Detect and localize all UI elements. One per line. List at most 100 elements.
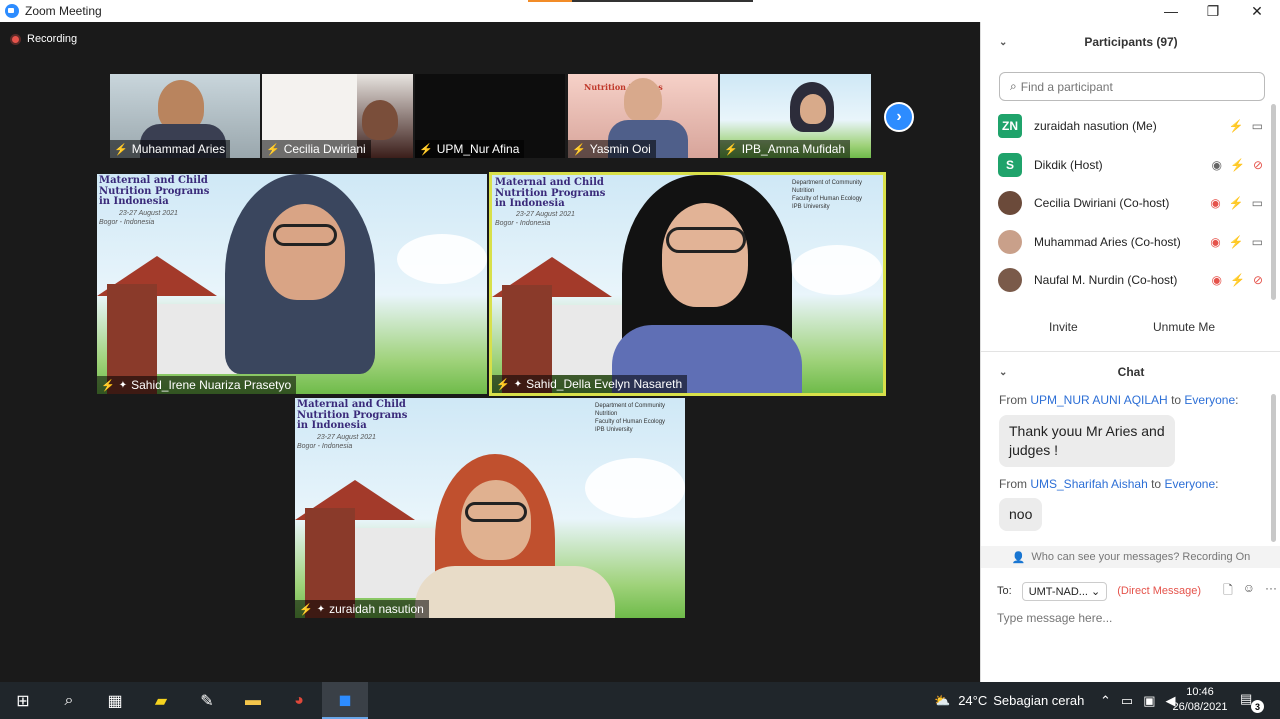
title-bar: Zoom Meeting — ❐ ✕ bbox=[0, 0, 1280, 22]
participant-name: Dikdik (Host) bbox=[1034, 157, 1103, 172]
participants-scrollbar[interactable] bbox=[1271, 104, 1276, 300]
chevron-up-icon[interactable]: ⌃ bbox=[1100, 693, 1111, 709]
glasses bbox=[273, 224, 337, 246]
participant-status-icons: ◉ ⚡ ▭ bbox=[1210, 196, 1263, 210]
avatar bbox=[998, 268, 1022, 293]
video-thumbnail[interactable]: ⚡ UPM_Nur Afina bbox=[415, 74, 565, 158]
avatar bbox=[998, 191, 1022, 216]
active-speaker-tile[interactable]: Maternal and Child Nutrition Programs in… bbox=[489, 172, 886, 396]
close-button[interactable]: ✕ bbox=[1236, 0, 1278, 22]
participant-row[interactable]: ZN zuraidah nasution (Me) ⚡ ▭ bbox=[981, 107, 1271, 146]
univ-line: IPB University bbox=[792, 204, 830, 210]
partly-cloudy-icon: ⛅ bbox=[934, 692, 951, 708]
mic-muted-icon: ⚡ bbox=[724, 143, 738, 156]
avatar: ZN bbox=[998, 114, 1022, 139]
main-video-tile[interactable]: Maternal and Child Nutrition Programs in… bbox=[295, 398, 685, 618]
battery-icon[interactable]: ▭ bbox=[1121, 693, 1133, 709]
next-page-button[interactable]: › bbox=[884, 102, 914, 132]
emoji-icon[interactable]: ☺ bbox=[1243, 581, 1255, 602]
minimize-button[interactable]: — bbox=[1150, 0, 1192, 22]
side-panel: ⌄ Participants (97) ⌕ ZN zuraidah nasuti… bbox=[980, 22, 1280, 682]
mic-muted-icon: ⚡ bbox=[1228, 234, 1244, 249]
event-banner-title: Maternal and Child Nutrition Programs in… bbox=[495, 177, 606, 209]
zoom-taskbar-icon[interactable]: ◼ bbox=[322, 682, 368, 719]
video-on-icon: ▭ bbox=[1251, 234, 1263, 249]
chat-visibility-notice[interactable]: 👤 Who can see your messages? Recording O… bbox=[981, 546, 1280, 568]
weather-temp: 24°C bbox=[958, 693, 988, 708]
participant-search-input[interactable] bbox=[1020, 79, 1251, 94]
weather-widget[interactable]: ⛅ 24°C Sebagian cerah bbox=[934, 682, 1084, 719]
participants-title: Participants (97) bbox=[1084, 35, 1178, 49]
recording-indicator[interactable]: Recording bbox=[10, 33, 77, 45]
event-banner-title: Maternal and Child Nutrition Programs in… bbox=[297, 399, 408, 431]
file-icon[interactable]: 🗋 bbox=[1223, 581, 1233, 602]
chat-sender[interactable]: UPM_NUR AUNI AQILAH bbox=[1030, 393, 1167, 407]
video-off-icon: ⊘ bbox=[1252, 157, 1263, 172]
collapse-chat-icon[interactable]: ⌄ bbox=[999, 367, 1007, 378]
glasses bbox=[465, 502, 527, 522]
chat-scrollbar[interactable] bbox=[1271, 394, 1276, 542]
participant-row[interactable]: Muhammad Aries (Co-host) ◉ ⚡ ▭ bbox=[981, 223, 1271, 262]
video-thumbnail[interactable]: Nutrition Months ⚡ Yasmin Ooi bbox=[568, 74, 718, 158]
direct-message-label: (Direct Message) bbox=[1117, 585, 1201, 597]
participant-name-label: ⚡ Yasmin Ooi bbox=[568, 140, 656, 158]
cloud bbox=[585, 458, 685, 518]
chevron-down-icon: ⌄ bbox=[1091, 585, 1101, 598]
meeting-video-area: Recording ⚡ Muhammad Aries ⚡ Cecilia Dwi… bbox=[0, 22, 980, 682]
participant-name-label: ⚡ ✦ Sahid_Della Evelyn Nasareth bbox=[492, 375, 688, 393]
univ-line: IPB University bbox=[595, 427, 633, 433]
participant-status-icons: ◉ ⚡ ▭ bbox=[1210, 235, 1263, 249]
video-off-icon: ⊘ bbox=[1252, 273, 1263, 288]
invite-button[interactable]: Invite bbox=[1049, 316, 1078, 338]
taskbar-clock[interactable]: 10:46 26/08/2021 bbox=[1170, 685, 1230, 715]
more-icon[interactable]: ··· bbox=[1265, 581, 1277, 602]
file-explorer-icon[interactable]: ▬ bbox=[230, 682, 276, 719]
participant-search[interactable]: ⌕ bbox=[999, 72, 1265, 101]
dept-line: Department of Community Nutrition bbox=[595, 403, 666, 417]
mic-muted-icon: ⚡ bbox=[101, 379, 115, 392]
calculator-icon[interactable]: ▦ bbox=[92, 682, 138, 719]
windows-start-icon[interactable]: ⊞ bbox=[0, 682, 46, 719]
participant-row[interactable]: Cecilia Dwiriani (Co-host) ◉ ⚡ ▭ bbox=[981, 184, 1271, 223]
zoom-app-icon bbox=[5, 4, 19, 18]
chat-recipient[interactable]: Everyone bbox=[1164, 477, 1215, 491]
recording-label: Recording bbox=[27, 33, 78, 45]
recording-icon: ◉ bbox=[1210, 234, 1221, 249]
mic-muted-icon: ⚡ bbox=[114, 143, 128, 156]
recipient-select[interactable]: UMT-NAD... ⌄ bbox=[1021, 581, 1108, 601]
unmute-me-button[interactable]: Unmute Me bbox=[1153, 316, 1215, 338]
video-thumbnail[interactable]: ⚡ IPB_Amna Mufidah bbox=[720, 74, 871, 158]
chrome-icon[interactable]: ◕ bbox=[276, 682, 322, 719]
video-thumbnail[interactable]: ⚡ Muhammad Aries bbox=[110, 74, 260, 158]
chat-sender[interactable]: UMS_Sharifah Aishah bbox=[1030, 477, 1147, 491]
system-tray: ⌃ ▭ ▣ ◀ bbox=[1100, 682, 1176, 719]
network-icon[interactable]: ▣ bbox=[1143, 693, 1155, 709]
chat-message-bubble: noo bbox=[999, 498, 1043, 531]
chat-recipient-row: To: UMT-NAD... ⌄ (Direct Message) 🗋 ☺ ··… bbox=[997, 580, 1277, 602]
collapse-participants-icon[interactable]: ⌄ bbox=[999, 37, 1007, 48]
recording-dot-icon bbox=[10, 33, 21, 45]
chat-message-input[interactable] bbox=[997, 608, 1267, 628]
notification-count-badge: 3 bbox=[1251, 700, 1264, 713]
search-icon[interactable]: ⌕ bbox=[46, 682, 92, 719]
chat-recipient[interactable]: Everyone bbox=[1184, 393, 1235, 407]
mic-muted-icon: ⚡ bbox=[419, 143, 433, 156]
main-video-tile[interactable]: Maternal and Child Nutrition Programs in… bbox=[97, 174, 487, 394]
participant-face bbox=[800, 94, 826, 124]
participant-name: zuraidah nasution (Me) bbox=[1034, 119, 1157, 134]
dept-line: Department of Community Nutrition bbox=[792, 180, 863, 194]
sticky-notes-icon[interactable]: ▰ bbox=[138, 682, 184, 719]
mic-muted-icon: ⚡ bbox=[572, 143, 586, 156]
window-title: Zoom Meeting bbox=[25, 4, 102, 18]
restore-button[interactable]: ❐ bbox=[1192, 0, 1234, 22]
participant-row[interactable]: S Dikdik (Host) ◉ ⚡ ⊘ bbox=[981, 146, 1271, 185]
search-icon: ⌕ bbox=[1010, 79, 1017, 93]
dept-banner: Department of Community Nutrition Facult… bbox=[792, 179, 883, 211]
recording-icon: ◉ bbox=[1211, 273, 1222, 288]
participant-face bbox=[662, 203, 748, 307]
participant-face bbox=[624, 78, 662, 122]
video-thumbnail[interactable]: ⚡ Cecilia Dwiriani bbox=[262, 74, 413, 158]
participant-row[interactable]: Naufal M. Nurdin (Co-host) ◉ ⚡ ⊘ bbox=[981, 261, 1271, 300]
people-icon: 👤 bbox=[1011, 551, 1026, 564]
paint-icon[interactable]: ✎ bbox=[184, 682, 230, 719]
